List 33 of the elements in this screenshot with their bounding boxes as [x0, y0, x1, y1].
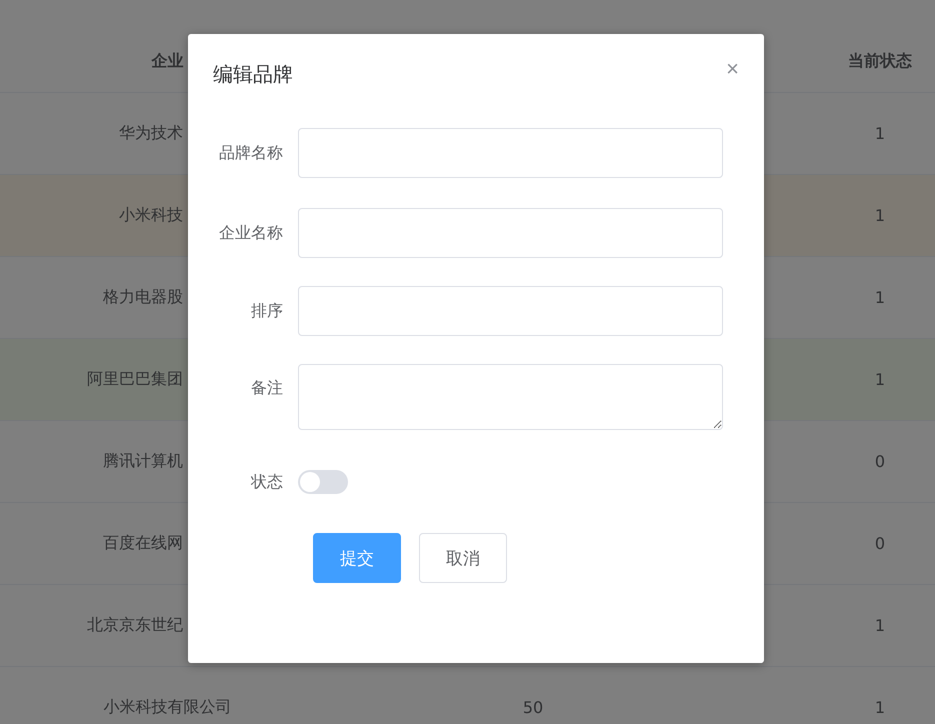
table-cell: 格力电器股 [103, 287, 183, 306]
text-field[interactable] [298, 286, 723, 336]
text-field[interactable] [298, 208, 723, 258]
field-label: 状态 [250, 472, 284, 492]
table-cell-text: 1 [874, 698, 886, 717]
table-cell: 北京京东世纪 [87, 615, 183, 634]
field-label: 企业名称 [218, 222, 284, 244]
table-cell: 百度在线网 [103, 533, 183, 552]
table-cell: 阿里巴巴集团 [87, 369, 183, 388]
table-cell-text: 1 [874, 124, 886, 143]
table-cell-text: 1 [874, 288, 886, 307]
textarea-field[interactable] [298, 364, 723, 430]
table-cell: 小米科技有限公司 [104, 697, 232, 716]
text-field[interactable] [298, 128, 723, 178]
column-header: 企业 [150, 50, 184, 72]
field-label: 备注 [250, 377, 284, 399]
table-cell-text: 0 [874, 534, 886, 553]
table-cell: 华为技术 [119, 123, 183, 142]
table-cell-text: 0 [874, 452, 886, 471]
table-cell: 腾讯计算机 [103, 451, 183, 470]
column-header: 当前状态 [847, 50, 913, 72]
field-label: 排序 [250, 300, 284, 322]
table-cell-text: 1 [874, 370, 886, 389]
close-button[interactable]: × [726, 58, 739, 80]
table-cell-text: 50 [522, 698, 544, 717]
table-cell: 小米科技 [119, 205, 183, 224]
cancel-button[interactable]: 取消 [419, 533, 507, 583]
submit-button[interactable]: 提交 [313, 533, 401, 583]
table-cell-text: 1 [874, 616, 886, 635]
field-label: 品牌名称 [218, 142, 284, 164]
table-cell-text: 1 [874, 206, 886, 225]
toggle-switch[interactable] [298, 470, 348, 494]
dialog-title: 编辑品牌 [213, 61, 293, 88]
